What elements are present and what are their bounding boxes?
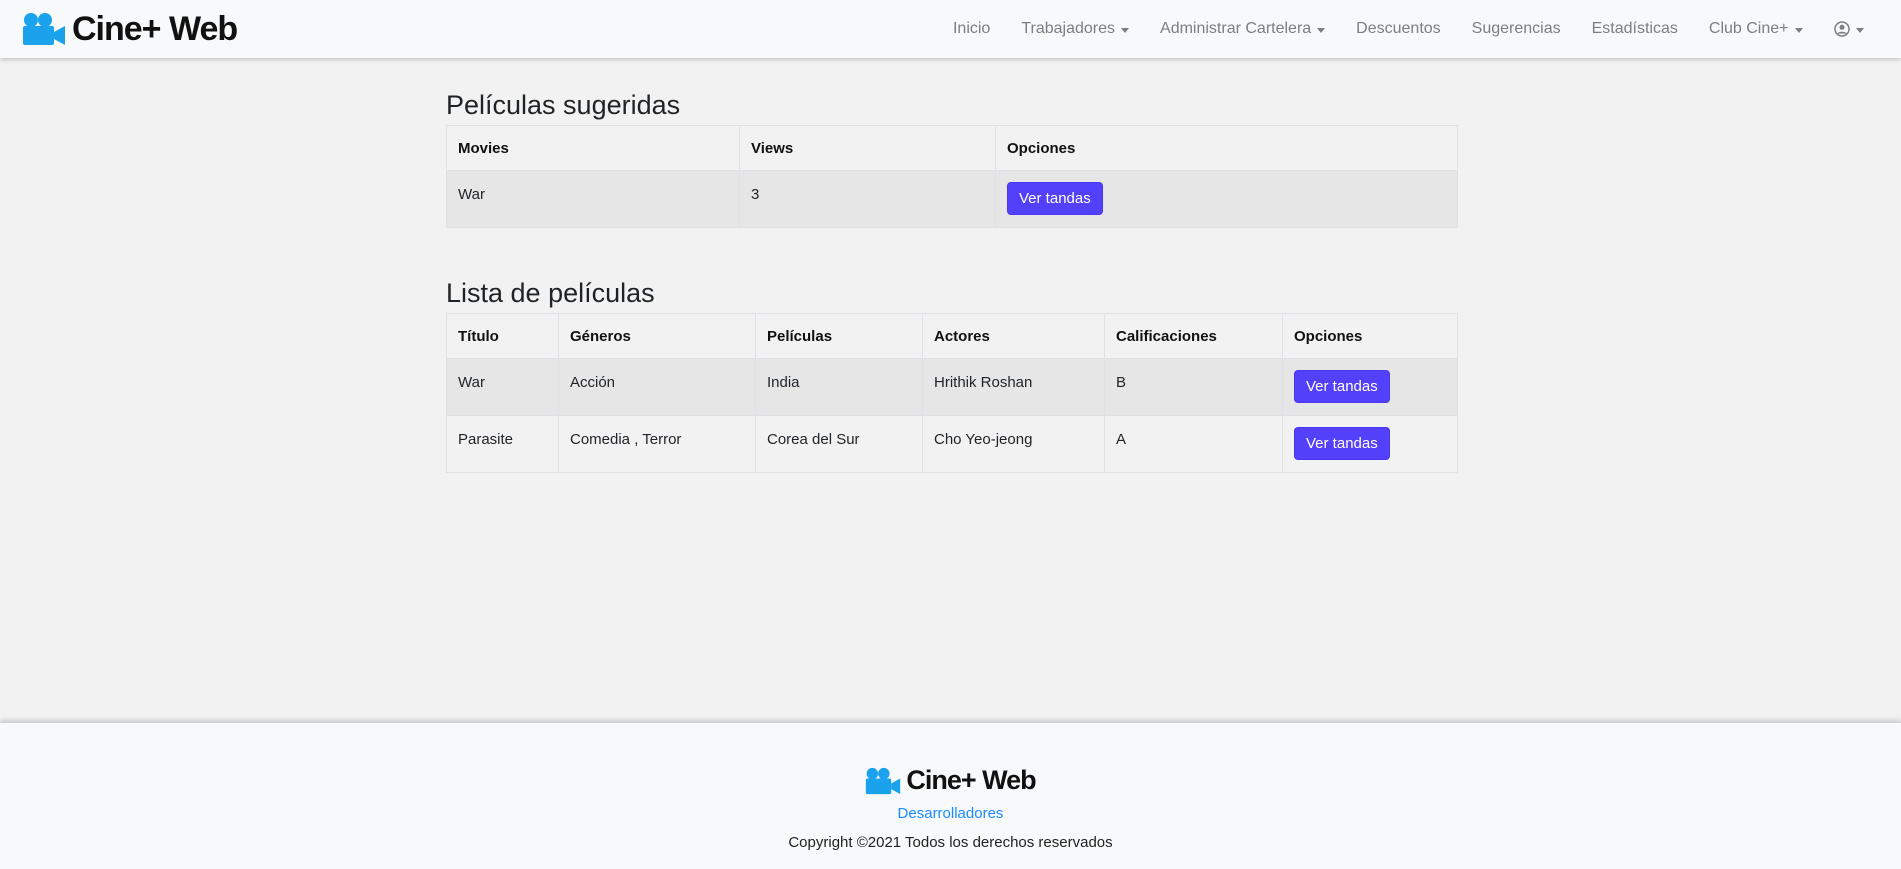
movies-section: Lista de películas Título Géneros Pelícu… — [446, 278, 1458, 473]
cell-options: Ver tandas — [995, 170, 1458, 228]
cell-actores: Cho Yeo-jeong — [922, 415, 1105, 473]
cell-movie: War — [446, 170, 740, 228]
footer-brand: Cine+ Web — [0, 765, 1901, 796]
cell-peliculas: Corea del Sur — [755, 415, 923, 473]
main-nav: Inicio Trabajadores Administrar Carteler… — [937, 20, 1879, 38]
cell-options: Ver tandas — [1282, 415, 1458, 473]
table-row: War Acción India Hrithik Roshan B Ver ta… — [446, 358, 1458, 416]
ver-tandas-button[interactable]: Ver tandas — [1294, 370, 1390, 403]
column-header: Views — [739, 125, 996, 171]
movie-camera-icon — [866, 767, 901, 794]
nav-item-trabajadores[interactable]: Trabajadores — [1006, 20, 1145, 38]
cell-calificacion: B — [1104, 358, 1283, 416]
nav-item-label: Sugerencias — [1471, 20, 1561, 37]
cell-titulo: Parasite — [446, 415, 559, 473]
suggested-table: Movies Views Opciones War 3 Ver tandas — [446, 125, 1458, 228]
brand-name: Cine+ Web — [72, 9, 238, 48]
cell-generos: Acción — [558, 358, 756, 416]
movies-table: Título Géneros Películas Actores Calific… — [446, 313, 1458, 473]
cell-options: Ver tandas — [1282, 358, 1458, 416]
nav-item-club-cine[interactable]: Club Cine+ — [1693, 20, 1818, 38]
nav-item-administrar-cartelera[interactable]: Administrar Cartelera — [1145, 20, 1341, 38]
cell-generos: Comedia , Terror — [558, 415, 756, 473]
brand-logo-link[interactable]: Cine+ Web — [22, 9, 238, 49]
nav-item-estadisticas[interactable]: Estadísticas — [1576, 20, 1693, 38]
nav-item-descuentos[interactable]: Descuentos — [1341, 20, 1457, 38]
ver-tandas-button[interactable]: Ver tandas — [1294, 427, 1390, 460]
footer-brand-name: Cine+ Web — [906, 765, 1036, 795]
cell-views: 3 — [739, 170, 996, 228]
copyright-text: Copyright ©2021 Todos los derechos reser… — [788, 834, 1113, 851]
column-header: Título — [446, 313, 559, 359]
nav-item-label: Club Cine+ — [1708, 20, 1789, 37]
nav-item-label: Descuentos — [1356, 20, 1441, 37]
caret-down-icon — [1794, 27, 1803, 33]
movies-title: Lista de películas — [446, 278, 655, 308]
top-navbar: Cine+ Web Inicio Trabajadores Administra… — [0, 0, 1901, 58]
movie-camera-icon — [23, 13, 65, 45]
table-row: Parasite Comedia , Terror Corea del Sur … — [446, 415, 1458, 473]
nav-item-label: Estadísticas — [1591, 20, 1678, 37]
table-row: War 3 Ver tandas — [446, 170, 1458, 228]
developers-link[interactable]: Desarrolladores — [0, 805, 1901, 822]
nav-item-sugerencias[interactable]: Sugerencias — [1456, 20, 1576, 38]
caret-down-icon — [1855, 27, 1864, 33]
cell-peliculas: India — [755, 358, 923, 416]
nav-item-inicio[interactable]: Inicio — [937, 20, 1005, 38]
column-header: Actores — [922, 313, 1105, 359]
page-footer: Cine+ Web Desarrolladores Copyright ©202… — [0, 722, 1901, 869]
user-circle-icon — [1833, 21, 1850, 37]
cell-titulo: War — [446, 358, 559, 416]
ver-tandas-button[interactable]: Ver tandas — [1007, 182, 1103, 215]
suggested-title: Películas sugeridas — [446, 90, 681, 120]
cell-calificacion: A — [1104, 415, 1283, 473]
nav-item-label: Administrar Cartelera — [1160, 20, 1312, 37]
column-header: Géneros — [558, 313, 756, 359]
caret-down-icon — [1121, 27, 1130, 33]
nav-item-label: Inicio — [952, 20, 991, 37]
user-menu[interactable] — [1818, 21, 1879, 37]
nav-item-label: Trabajadores — [1021, 20, 1116, 37]
column-header: Opciones — [995, 125, 1458, 171]
column-header: Películas — [755, 313, 923, 359]
column-header: Calificaciones — [1104, 313, 1283, 359]
suggested-section: Películas sugeridas Movies Views Opcione… — [446, 90, 1458, 228]
column-header: Movies — [446, 125, 740, 171]
column-header: Opciones — [1282, 313, 1458, 359]
cell-actores: Hrithik Roshan — [922, 358, 1105, 416]
caret-down-icon — [1317, 27, 1326, 33]
